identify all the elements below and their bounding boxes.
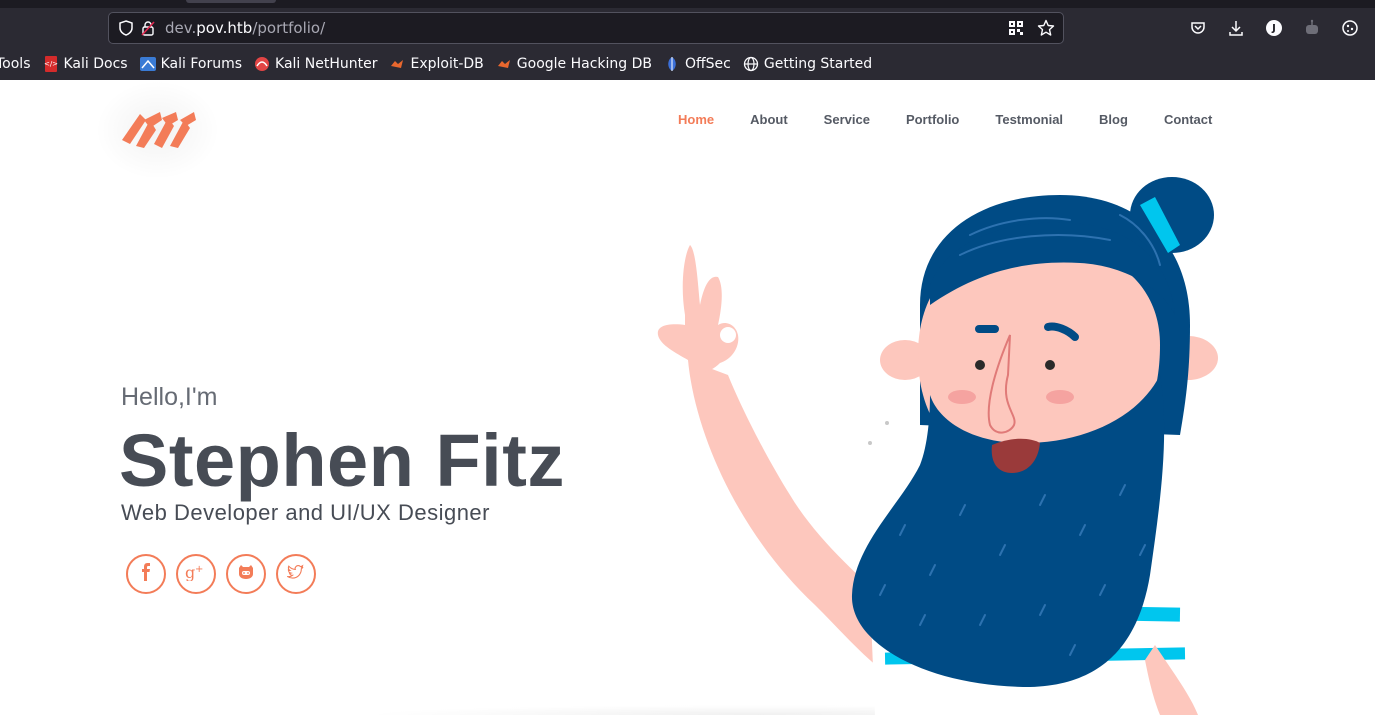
github-icon [237, 564, 255, 584]
download-icon[interactable] [1224, 16, 1248, 40]
profile-avatar-icon[interactable]: J [1262, 16, 1286, 40]
facebook-icon [139, 563, 153, 585]
site-logo[interactable] [110, 90, 210, 162]
browser-toolbar: dev.pov.htb/portfolio/ J [0, 8, 1375, 48]
url-path: /portfolio/ [252, 19, 326, 37]
svg-text:</>: </> [44, 60, 58, 68]
bookmark-label: Kali NetHunter [275, 56, 378, 72]
tab-strip [0, 0, 1375, 8]
bookmark-label: OffSec [685, 56, 731, 72]
bookmark-tools[interactable]: Tools [0, 56, 31, 72]
browser-chrome: dev.pov.htb/portfolio/ J ools </> Kali D… [0, 0, 1375, 80]
cookie-extension-icon[interactable] [1338, 16, 1362, 40]
url-text[interactable]: dev.pov.htb/portfolio/ [165, 19, 325, 37]
nav-home[interactable]: Home [678, 112, 714, 127]
ghdb-icon [496, 56, 512, 72]
hero-greeting: Hello,I'm [121, 383, 218, 411]
twitter-icon [285, 564, 305, 584]
nav-portfolio[interactable]: Portfolio [906, 112, 959, 127]
bookmark-kali-forums[interactable]: Kali Forums [139, 56, 243, 72]
kali-nethunter-icon [254, 56, 270, 72]
pocket-icon[interactable] [1186, 16, 1210, 40]
nav-testmonial[interactable]: Testmonial [995, 112, 1063, 127]
profile-initial: J [1272, 22, 1276, 34]
nav-blog[interactable]: Blog [1099, 112, 1128, 127]
offsec-icon [664, 56, 680, 72]
bookmark-exploit-db[interactable]: Exploit-DB [389, 56, 484, 72]
bookmark-label: Exploit-DB [410, 56, 484, 72]
bookmark-label: Getting Started [763, 56, 873, 72]
svg-text:+: + [195, 564, 203, 575]
portfolio-page: Home About Service Portfolio Testmonial … [0, 80, 1375, 715]
bookmark-label: Tools [0, 56, 31, 72]
url-host: pov.htb [196, 19, 253, 37]
bookmark-kali-nethunter[interactable]: Kali NetHunter [254, 56, 377, 72]
social-links: g + [126, 554, 316, 594]
nav-about[interactable]: About [750, 112, 788, 127]
bookmarks-bar: Tools </> Kali Docs Kali Forums Kali Net… [0, 48, 1375, 80]
svg-text:g: g [185, 563, 195, 581]
bookmark-label: Google Hacking DB [516, 56, 652, 72]
character-illustration [600, 175, 1280, 715]
url-bar[interactable]: dev.pov.htb/portfolio/ [108, 12, 1064, 44]
bookmark-label: Kali Docs [63, 56, 128, 72]
kali-forums-icon [139, 56, 156, 72]
bookmark-kali-docs[interactable]: </> Kali Docs [43, 56, 128, 72]
nav-contact[interactable]: Contact [1164, 112, 1212, 127]
insecure-lock-icon[interactable] [137, 17, 159, 39]
hero-name: Stephen Fitz [119, 419, 565, 502]
shield-icon[interactable] [115, 17, 137, 39]
active-tab[interactable] [186, 0, 276, 3]
star-bookmark-icon[interactable] [1035, 17, 1057, 39]
hero-role: Web Developer and UI/UX Designer [121, 500, 490, 525]
qr-code-icon[interactable] [1005, 17, 1027, 39]
main-nav: Home About Service Portfolio Testmonial … [678, 112, 1248, 127]
bookmark-getting-started[interactable]: Getting Started [743, 56, 872, 72]
exploit-db-icon [389, 56, 405, 72]
nav-service[interactable]: Service [824, 112, 870, 127]
extension-robot-icon[interactable] [1300, 16, 1324, 40]
github-link[interactable] [226, 554, 266, 594]
bookmark-google-hacking-db[interactable]: Google Hacking DB [496, 56, 652, 72]
google-plus-icon: g + [185, 563, 207, 585]
kali-docs-icon: </> [43, 56, 59, 72]
bookmark-label: Kali Forums [160, 56, 243, 72]
globe-icon [743, 56, 759, 72]
facebook-link[interactable] [126, 554, 166, 594]
url-prefix: dev. [165, 19, 197, 37]
bookmark-offsec[interactable]: OffSec [664, 56, 731, 72]
twitter-link[interactable] [276, 554, 316, 594]
toolbar-icons: J [1186, 16, 1362, 40]
google-plus-link[interactable]: g + [176, 554, 216, 594]
